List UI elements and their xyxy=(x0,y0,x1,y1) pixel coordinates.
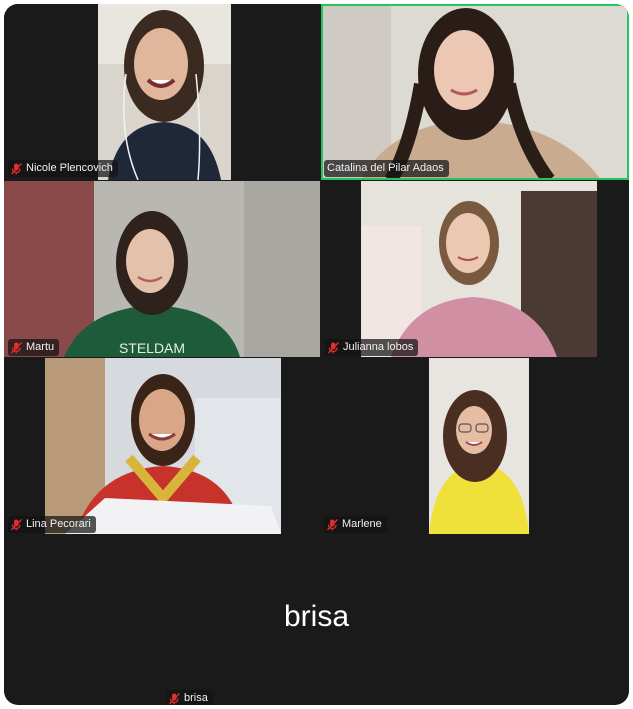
microphone-muted-icon xyxy=(11,518,22,530)
participant-video xyxy=(45,358,281,534)
participant-name: Nicole Plencovich xyxy=(26,162,113,174)
video-off-placeholder-name: brisa xyxy=(283,600,350,633)
video-gallery: Nicole Plencovich Catalina del Pilar Ada… xyxy=(4,4,629,705)
participant-video: STELDAM xyxy=(4,181,320,357)
participant-tile-martu[interactable]: STELDAM Martu xyxy=(4,181,320,357)
participant-tile-catalina[interactable]: Catalina del Pilar Adaos xyxy=(321,4,629,180)
participant-video xyxy=(361,181,597,357)
participant-name-tag: Catalina del Pilar Adaos xyxy=(324,160,449,177)
participant-name: Catalina del Pilar Adaos xyxy=(327,162,444,174)
participant-name: Marlene xyxy=(342,518,382,530)
participant-name-tag: Lina Pecorari xyxy=(8,516,96,533)
participant-name: brisa xyxy=(184,692,208,704)
microphone-muted-icon xyxy=(11,341,22,353)
participant-video xyxy=(429,358,529,534)
participant-video xyxy=(321,4,629,180)
participant-tile-nicole[interactable]: Nicole Plencovich xyxy=(4,4,320,180)
microphone-muted-icon xyxy=(327,518,338,530)
participant-tile-marlene[interactable]: Marlene xyxy=(321,358,629,534)
participant-name-tag: brisa xyxy=(166,690,213,705)
participant-name-tag: Julianna lobos xyxy=(325,339,419,356)
participant-name: Lina Pecorari xyxy=(26,518,91,530)
microphone-muted-icon xyxy=(11,162,22,174)
participant-name-tag: Marlene xyxy=(324,516,387,533)
participant-name-tag: Nicole Plencovich xyxy=(8,160,118,177)
participant-name-tag: Martu xyxy=(8,339,60,356)
microphone-muted-icon xyxy=(328,341,339,353)
participant-name: Julianna lobos xyxy=(343,341,414,353)
svg-text:STELDAM: STELDAM xyxy=(119,340,185,356)
microphone-muted-icon xyxy=(169,692,180,704)
participant-tile-lina[interactable]: Lina Pecorari xyxy=(4,358,320,534)
participant-name: Martu xyxy=(26,341,55,353)
participant-tile-julianna[interactable]: Julianna lobos xyxy=(321,181,629,357)
participant-video xyxy=(98,4,231,180)
